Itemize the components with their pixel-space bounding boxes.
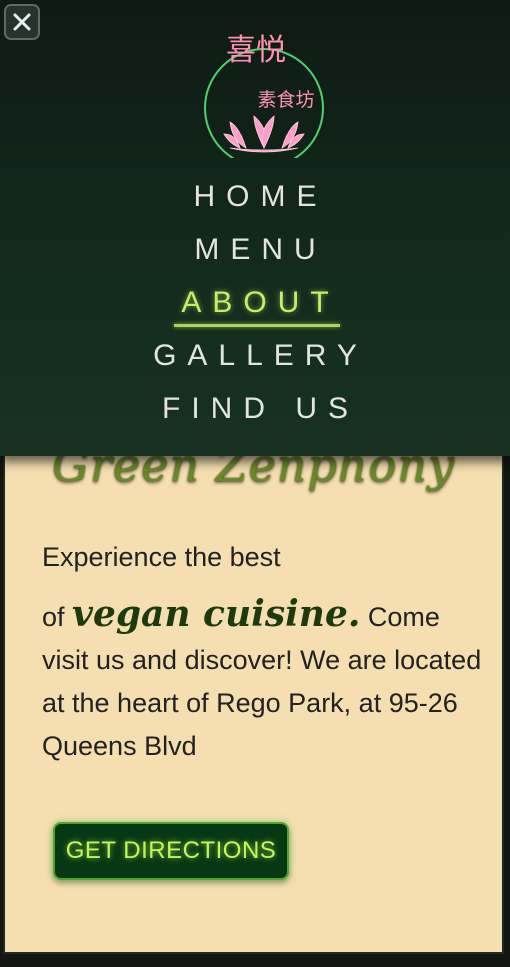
nav-item-label: FIND US (162, 392, 359, 425)
nav-item-label: MENU (194, 233, 327, 266)
about-card: Green Zenphony Experience the best of ve… (3, 438, 504, 954)
nav-item-gallery[interactable]: GALLERY (0, 329, 510, 382)
nav-item-find-us[interactable]: FIND US (0, 382, 510, 435)
nav-item-label: HOME (193, 180, 328, 213)
nav-item-label: GALLERY (153, 339, 368, 372)
page: Green Zenphony Experience the best of ve… (0, 0, 510, 967)
about-copy-emphasis: vegan cuisine. (72, 593, 361, 635)
close-icon (13, 13, 31, 31)
nav-overlay: 喜悦 素食坊 HOME MENU ABOUT GALLERY FIND US (0, 0, 510, 456)
nav-item-menu[interactable]: MENU (0, 223, 510, 276)
restaurant-logo[interactable]: 喜悦 素食坊 (200, 30, 328, 168)
close-menu-button[interactable] (4, 4, 40, 40)
logo-sub-text: 素食坊 (257, 89, 314, 111)
get-directions-button[interactable]: GET DIRECTIONS (53, 822, 289, 880)
lotus-icon (223, 115, 305, 153)
about-copy: Experience the best of vegan cuisine. Co… (42, 536, 482, 768)
logo-top-text: 喜悦 (226, 33, 286, 68)
main-nav: HOME MENU ABOUT GALLERY FIND US (0, 170, 510, 435)
nav-item-about[interactable]: ABOUT (0, 276, 510, 329)
about-copy-pre: of (42, 602, 73, 632)
nav-item-home[interactable]: HOME (0, 170, 510, 223)
logo-graphic: 喜悦 素食坊 (204, 33, 324, 168)
about-copy-line1: Experience the best (42, 542, 281, 572)
nav-item-label: ABOUT (170, 276, 341, 329)
